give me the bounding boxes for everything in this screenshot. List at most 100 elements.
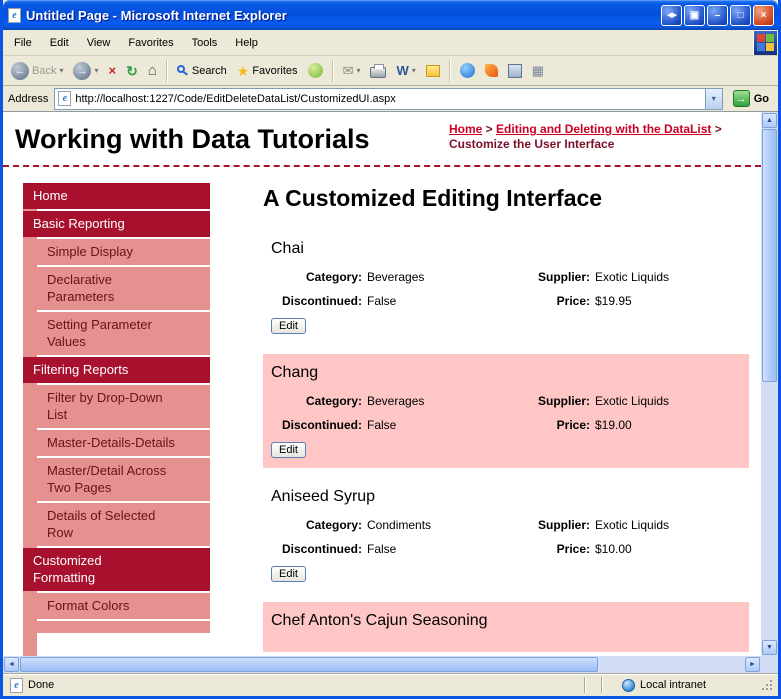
home-button[interactable]: ⌂: [144, 58, 161, 84]
scroll-down-button[interactable]: ▼: [762, 640, 777, 655]
media-icon: [307, 63, 323, 78]
address-bar: Address e http://localhost:1227/Code/Edi…: [3, 86, 778, 112]
addon-button-4[interactable]: ▦: [528, 58, 548, 84]
minimize-button[interactable]: –: [707, 4, 728, 26]
price-label: Price:: [556, 542, 590, 556]
resize-grip[interactable]: [761, 679, 774, 692]
supplier-value: Exotic Liquids: [595, 394, 670, 408]
product-aniseed-syrup: Aniseed Syrup Category: Condiments Supplier…: [263, 478, 749, 592]
sidebar-item-blank[interactable]: [37, 621, 210, 633]
window-controls: ◀▶ ▣ – □ ×: [661, 4, 774, 26]
menu-file[interactable]: File: [5, 32, 41, 54]
title-window-button[interactable]: ▣: [684, 4, 705, 26]
messenger-icon: [459, 63, 475, 78]
toolbar-separator: [331, 59, 334, 82]
scroll-right-button[interactable]: ►: [745, 657, 760, 672]
stop-icon: ×: [108, 63, 117, 78]
product-details: Category: Beverages Supplier: Exotic Liquid…: [271, 394, 741, 432]
scrollbar-corner: [761, 656, 778, 673]
discontinued-label: Discontinued:: [282, 294, 362, 308]
zone-panel: Local intranet: [618, 678, 758, 692]
print-icon: [370, 63, 387, 78]
supplier-label: Supplier:: [537, 394, 590, 408]
menu-tools[interactable]: Tools: [183, 32, 227, 54]
menu-bar: File Edit View Favorites Tools Help: [3, 30, 778, 56]
sidebar-section-basic-reporting[interactable]: Basic Reporting: [23, 211, 210, 237]
menu-view[interactable]: View: [78, 32, 120, 54]
horizontal-scroll-thumb[interactable]: [20, 657, 598, 672]
sidebar-item-filter-by-drop-down-list[interactable]: Filter by Drop-Down List: [37, 385, 210, 428]
go-button[interactable]: → Go: [729, 90, 773, 107]
category-value: Beverages: [367, 394, 425, 408]
globe-icon: [622, 678, 635, 692]
title-bar[interactable]: e Untitled Page - Microsoft Internet Exp…: [3, 0, 778, 30]
search-button[interactable]: Search: [173, 58, 231, 84]
menu-favorites[interactable]: Favorites: [119, 32, 182, 54]
back-dropdown-icon[interactable]: ▾: [59, 66, 63, 75]
sidebar-menu: Home Basic Reporting Simple Display Declara…: [23, 183, 210, 656]
browser-toolbar: ← Back ▾ → ▾ × ↻ ⌂ Search ★ Favorites ✉ …: [3, 56, 778, 86]
vertical-scroll-thumb[interactable]: [762, 129, 777, 382]
home-icon: ⌂: [147, 62, 157, 79]
mail-button[interactable]: ✉ ▾: [339, 58, 365, 84]
edit-dropdown-icon[interactable]: ▾: [412, 66, 416, 75]
messenger-button[interactable]: [456, 58, 479, 84]
page-title: A Customized Editing Interface: [263, 185, 603, 211]
horizontal-scrollbar[interactable]: ◄ ►: [3, 656, 761, 673]
menu-help[interactable]: Help: [226, 32, 267, 54]
discuss-button[interactable]: [422, 58, 444, 84]
price-value: $19.00: [595, 418, 632, 432]
search-label: Search: [191, 64, 227, 77]
sidebar-item-master-details-details[interactable]: Master-Details-Details: [37, 430, 210, 456]
stop-button[interactable]: ×: [105, 58, 121, 84]
forward-dropdown-icon[interactable]: ▾: [94, 66, 98, 75]
price-value: $19.95: [595, 294, 632, 308]
forward-icon: →: [73, 61, 92, 80]
title-nav-button[interactable]: ◀▶: [661, 4, 682, 26]
product-list: Chai Category: Beverages Supplier: Exotic Li…: [263, 230, 749, 652]
supplier-value: Exotic Liquids: [595, 518, 670, 532]
edit-button[interactable]: Edit: [271, 442, 306, 458]
breadcrumb-link-home[interactable]: Home: [449, 122, 482, 136]
product-details: Category: Condiments Supplier: Exotic Liqui…: [271, 518, 741, 556]
print-button[interactable]: [366, 58, 390, 84]
sidebar-item-simple-display[interactable]: Simple Display: [37, 239, 210, 265]
vertical-scrollbar[interactable]: ▲ ▼: [761, 112, 778, 656]
address-dropdown-button[interactable]: ▾: [704, 88, 722, 109]
scroll-up-button[interactable]: ▲: [762, 113, 777, 128]
sidebar-section-filtering-reports[interactable]: Filtering Reports: [23, 357, 210, 383]
mail-dropdown-icon[interactable]: ▾: [356, 66, 360, 75]
sidebar-item-setting-parameter-values[interactable]: Setting Parameter Values: [37, 312, 210, 355]
sidebar-section-customized-formatting[interactable]: Customized Formatting: [23, 548, 210, 591]
status-bar: e Done Local intranet: [3, 673, 778, 696]
breadcrumb-link-editing-and-deleting-with-the-datalist[interactable]: Editing and Deleting with the DataList: [496, 122, 711, 136]
status-text: Done: [28, 679, 55, 691]
product-name: Chai: [271, 240, 304, 257]
refresh-button[interactable]: ↻: [122, 58, 142, 84]
media-button[interactable]: [304, 58, 327, 84]
edit-button[interactable]: Edit: [271, 318, 306, 334]
forward-button[interactable]: → ▾: [69, 58, 102, 84]
address-page-icon: e: [58, 91, 72, 106]
edit-button[interactable]: Edit: [271, 566, 306, 582]
sidebar-item-declarative-parameters[interactable]: Declarative Parameters: [37, 267, 210, 310]
status-panel: e Done: [7, 677, 581, 693]
sidebar-item-format-colors[interactable]: Format Colors: [37, 593, 210, 619]
maximize-button[interactable]: □: [730, 4, 751, 26]
sidebar-item-details-of-selected-row[interactable]: Details of Selected Row: [37, 503, 210, 546]
menu-edit[interactable]: Edit: [41, 32, 78, 54]
supplier-value: Exotic Liquids: [595, 270, 670, 284]
favorites-button[interactable]: ★ Favorites: [233, 58, 302, 84]
status-page-icon: e: [10, 677, 23, 693]
category-label: Category:: [305, 394, 362, 408]
sidebar-item-master-detail-across-two-pages[interactable]: Master/Detail Across Two Pages: [37, 458, 210, 501]
window-title: Untitled Page - Microsoft Internet Explo…: [26, 7, 287, 23]
scroll-left-button[interactable]: ◄: [4, 657, 19, 672]
addon-button-2[interactable]: [481, 58, 502, 84]
edit-page-button[interactable]: W ▾: [392, 58, 419, 84]
address-input[interactable]: e http://localhost:1227/Code/EditDeleteD…: [54, 87, 723, 110]
close-button[interactable]: ×: [753, 4, 774, 26]
addon-button-3[interactable]: [504, 58, 526, 84]
back-button[interactable]: ← Back ▾: [7, 58, 67, 84]
sidebar-section-home[interactable]: Home: [23, 183, 210, 209]
